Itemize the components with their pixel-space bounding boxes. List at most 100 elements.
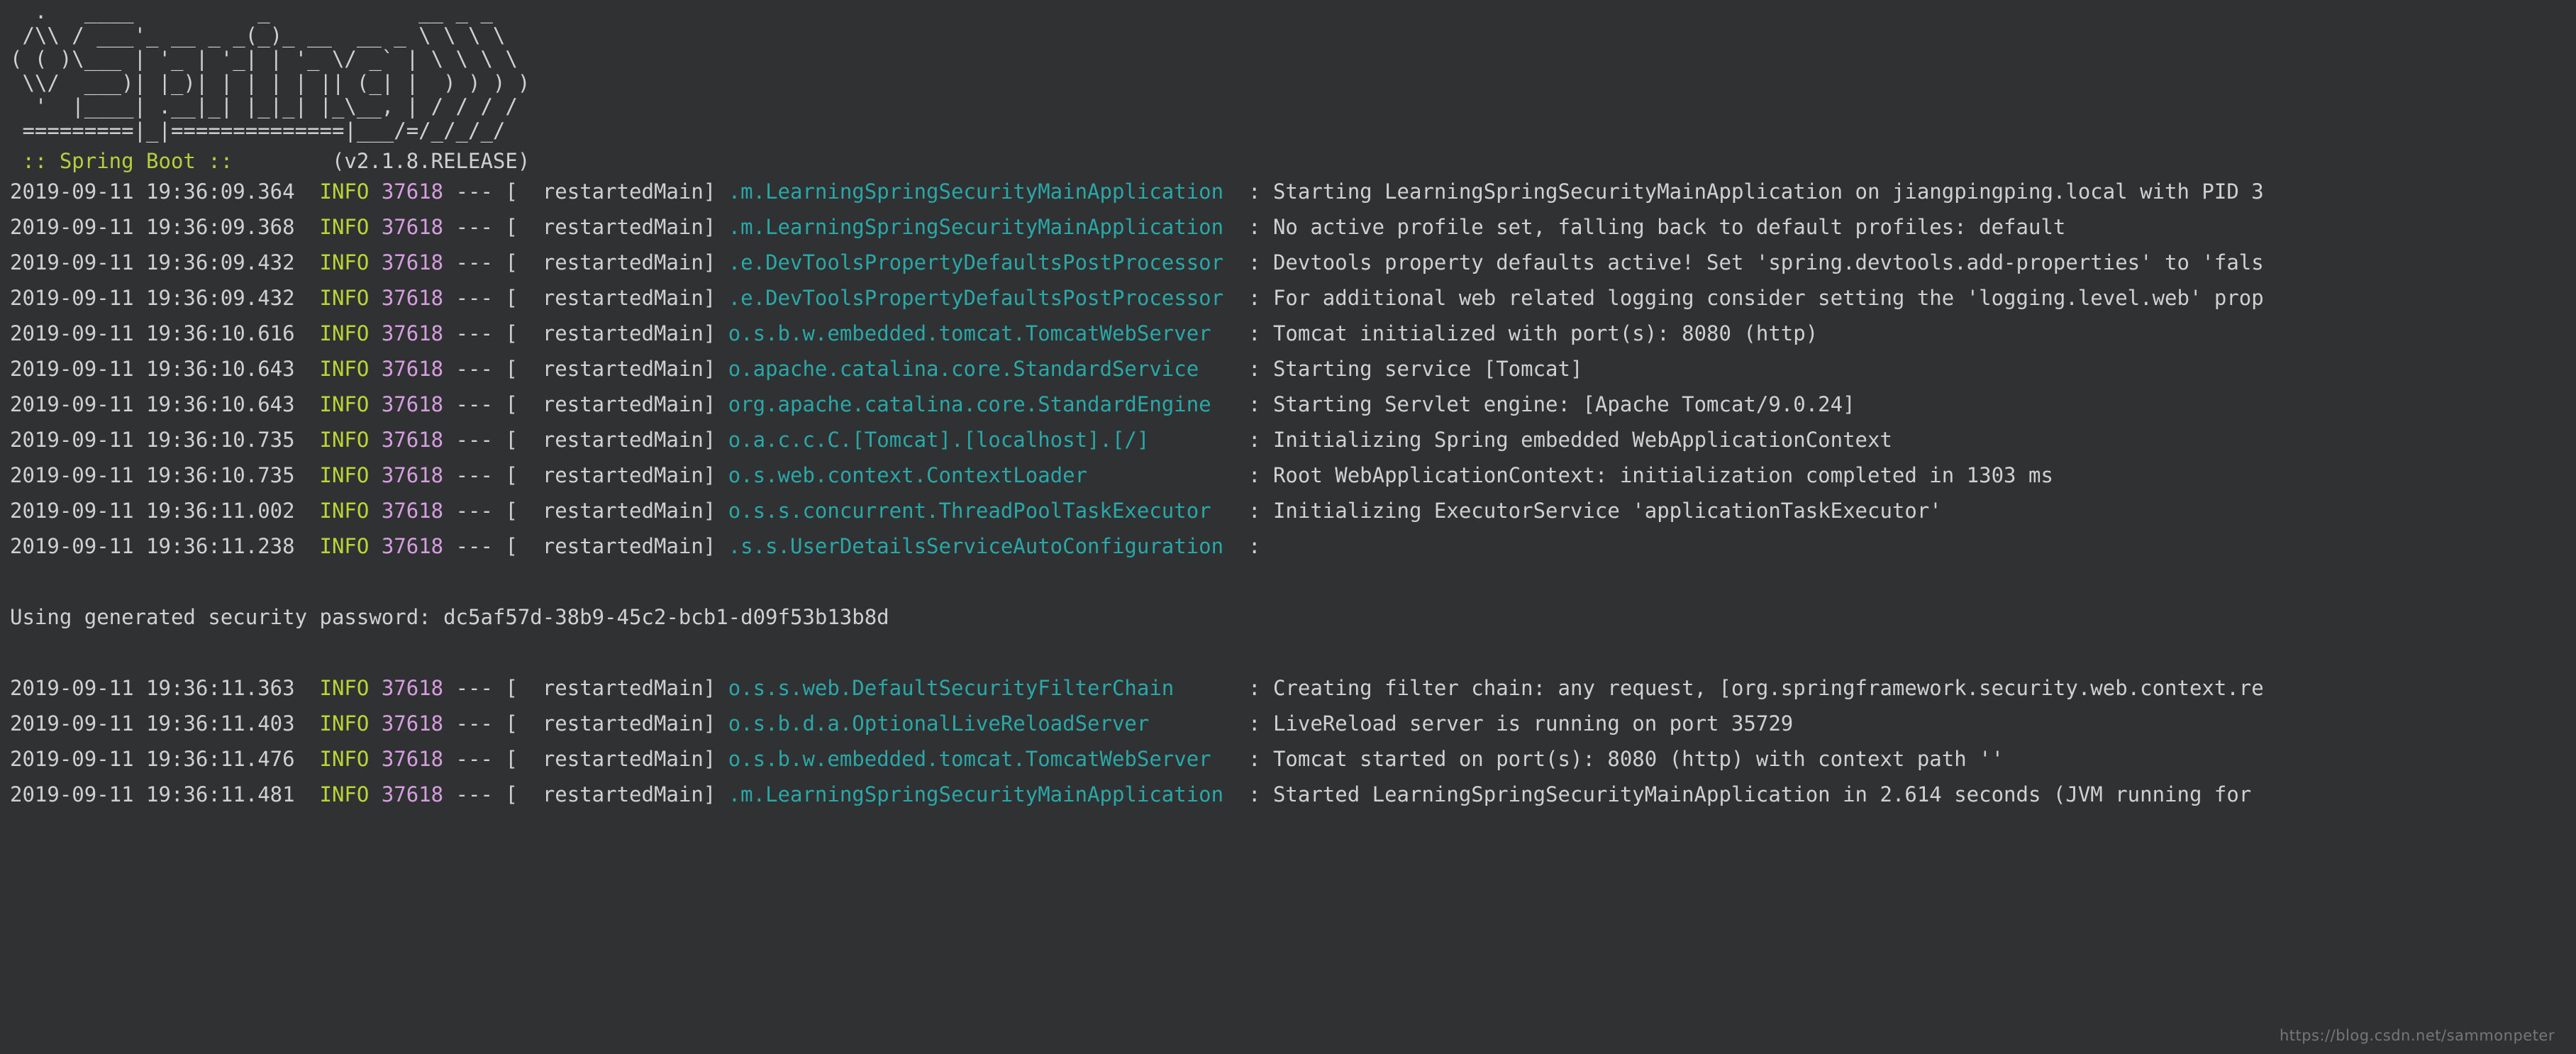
log-space	[369, 286, 381, 310]
log-timestamp: 2019-09-11 19:36:10.735	[10, 427, 320, 452]
log-timestamp: 2019-09-11 19:36:10.643	[10, 392, 320, 416]
log-dashes: ---	[443, 746, 506, 771]
log-space	[369, 321, 381, 345]
log-line: 2019-09-11 19:36:09.432 INFO 37618 --- […	[10, 280, 2576, 316]
log-space	[369, 499, 381, 523]
log-thread: [ restartedMain]	[505, 427, 716, 452]
csdn-watermark: https://blog.csdn.net/sammonpeter	[2279, 1027, 2555, 1044]
log-dashes: ---	[443, 392, 506, 416]
log-pid: 37618	[381, 214, 444, 239]
log-separator: :	[1236, 392, 1273, 416]
spring-boot-version-line: :: Spring Boot :: (v2.1.8.RELEASE)	[0, 143, 2576, 174]
log-separator: :	[1236, 462, 1273, 487]
log-thread: [ restartedMain]	[505, 214, 716, 239]
log-blank-line	[10, 564, 2576, 599]
log-thread: [ restartedMain]	[505, 675, 716, 700]
log-space	[369, 676, 381, 700]
log-message: Starting Servlet engine: [Apache Tomcat/…	[1272, 392, 1855, 416]
log-dashes: ---	[443, 462, 506, 487]
log-level: INFO	[319, 285, 370, 310]
terminal-window: . ____ _ __ _ _ /\\ / ___'_ __ _ _(_)_ _…	[0, 0, 2576, 1054]
log-message: Initializing Spring embedded WebApplicat…	[1272, 427, 1892, 452]
log-pid: 37618	[381, 498, 444, 523]
log-separator: :	[1236, 711, 1273, 736]
log-timestamp: 2019-09-11 19:36:09.364	[10, 179, 320, 204]
log-logger: .m.LearningSpringSecurityMainApplication	[716, 782, 1236, 806]
log-separator: :	[1236, 746, 1273, 771]
log-space	[369, 250, 381, 274]
log-timestamp: 2019-09-11 19:36:11.363	[10, 675, 320, 700]
log-line: 2019-09-11 19:36:10.735 INFO 37618 --- […	[10, 457, 2576, 493]
log-timestamp: 2019-09-11 19:36:11.238	[10, 533, 320, 558]
log-pid: 37618	[381, 427, 444, 452]
log-level: INFO	[319, 675, 370, 700]
log-message: Root WebApplicationContext: initializati…	[1272, 462, 2053, 487]
log-dashes: ---	[443, 498, 506, 523]
log-timestamp: 2019-09-11 19:36:10.643	[10, 356, 320, 381]
log-thread: [ restartedMain]	[505, 285, 716, 310]
log-logger: o.s.b.w.embedded.tomcat.TomcatWebServer	[716, 746, 1236, 771]
log-pid: 37618	[381, 711, 444, 736]
log-level: INFO	[319, 250, 370, 274]
log-dashes: ---	[443, 782, 506, 806]
spring-boot-label: :: Spring Boot ::	[10, 149, 245, 173]
log-space	[369, 747, 381, 771]
log-plain-line: Using generated security password: dc5af…	[10, 599, 2576, 635]
log-level: INFO	[319, 427, 370, 452]
log-dashes: ---	[443, 250, 506, 274]
log-message: Starting LearningSpringSecurityMainAppli…	[1272, 179, 2264, 204]
log-separator: :	[1236, 179, 1273, 204]
log-line: 2019-09-11 19:36:11.476 INFO 37618 --- […	[10, 741, 2576, 777]
log-pid: 37618	[381, 675, 444, 700]
log-dashes: ---	[443, 179, 506, 204]
log-space	[369, 215, 381, 239]
log-separator: :	[1236, 214, 1273, 239]
log-dashes: ---	[443, 285, 506, 310]
log-space	[369, 392, 381, 416]
log-thread: [ restartedMain]	[505, 498, 716, 523]
log-level: INFO	[319, 782, 370, 806]
log-line: 2019-09-11 19:36:11.238 INFO 37618 --- […	[10, 528, 2576, 564]
log-message: Started LearningSpringSecurityMainApplic…	[1272, 782, 2252, 806]
log-space	[369, 782, 381, 806]
log-separator: :	[1236, 675, 1273, 700]
log-message: Tomcat started on port(s): 8080 (http) w…	[1272, 746, 2004, 771]
log-line: 2019-09-11 19:36:10.643 INFO 37618 --- […	[10, 387, 2576, 422]
log-line: 2019-09-11 19:36:11.363 INFO 37618 --- […	[10, 670, 2576, 706]
log-timestamp: 2019-09-11 19:36:11.403	[10, 711, 320, 736]
log-space	[369, 179, 381, 204]
log-thread: [ restartedMain]	[505, 462, 716, 487]
log-separator: :	[1236, 250, 1273, 274]
log-line: 2019-09-11 19:36:09.432 INFO 37618 --- […	[10, 245, 2576, 280]
log-level: INFO	[319, 711, 370, 736]
log-level: INFO	[319, 392, 370, 416]
log-level: INFO	[319, 356, 370, 381]
log-thread: [ restartedMain]	[505, 321, 716, 345]
log-dashes: ---	[443, 427, 506, 452]
log-timestamp: 2019-09-11 19:36:11.481	[10, 782, 320, 806]
log-line: 2019-09-11 19:36:10.616 INFO 37618 --- […	[10, 316, 2576, 351]
log-thread: [ restartedMain]	[505, 746, 716, 771]
log-dashes: ---	[443, 711, 506, 736]
log-logger: o.apache.catalina.core.StandardService	[716, 356, 1236, 381]
log-space	[369, 428, 381, 452]
log-logger: .e.DevToolsPropertyDefaultsPostProcessor	[716, 250, 1236, 274]
log-dashes: ---	[443, 533, 506, 558]
log-space	[369, 711, 381, 736]
log-separator: :	[1236, 498, 1273, 523]
log-thread: [ restartedMain]	[505, 782, 716, 806]
log-thread: [ restartedMain]	[505, 250, 716, 274]
log-line: 2019-09-11 19:36:10.735 INFO 37618 --- […	[10, 422, 2576, 457]
spring-boot-ascii-banner: . ____ _ __ _ _ /\\ / ___'_ __ _ _(_)_ _…	[10, 0, 531, 143]
log-logger: .s.s.UserDetailsServiceAutoConfiguration	[716, 533, 1236, 558]
log-logger: .e.DevToolsPropertyDefaultsPostProcessor	[716, 285, 1236, 310]
log-space	[369, 463, 381, 487]
log-timestamp: 2019-09-11 19:36:09.368	[10, 214, 320, 239]
log-logger: o.s.b.w.embedded.tomcat.TomcatWebServer	[716, 321, 1236, 345]
log-separator: :	[1236, 427, 1273, 452]
log-pid: 37618	[381, 285, 444, 310]
log-logger: .m.LearningSpringSecurityMainApplication	[716, 179, 1236, 204]
log-dashes: ---	[443, 356, 506, 381]
log-logger: org.apache.catalina.core.StandardEngine	[716, 392, 1236, 416]
log-pid: 37618	[381, 250, 444, 274]
